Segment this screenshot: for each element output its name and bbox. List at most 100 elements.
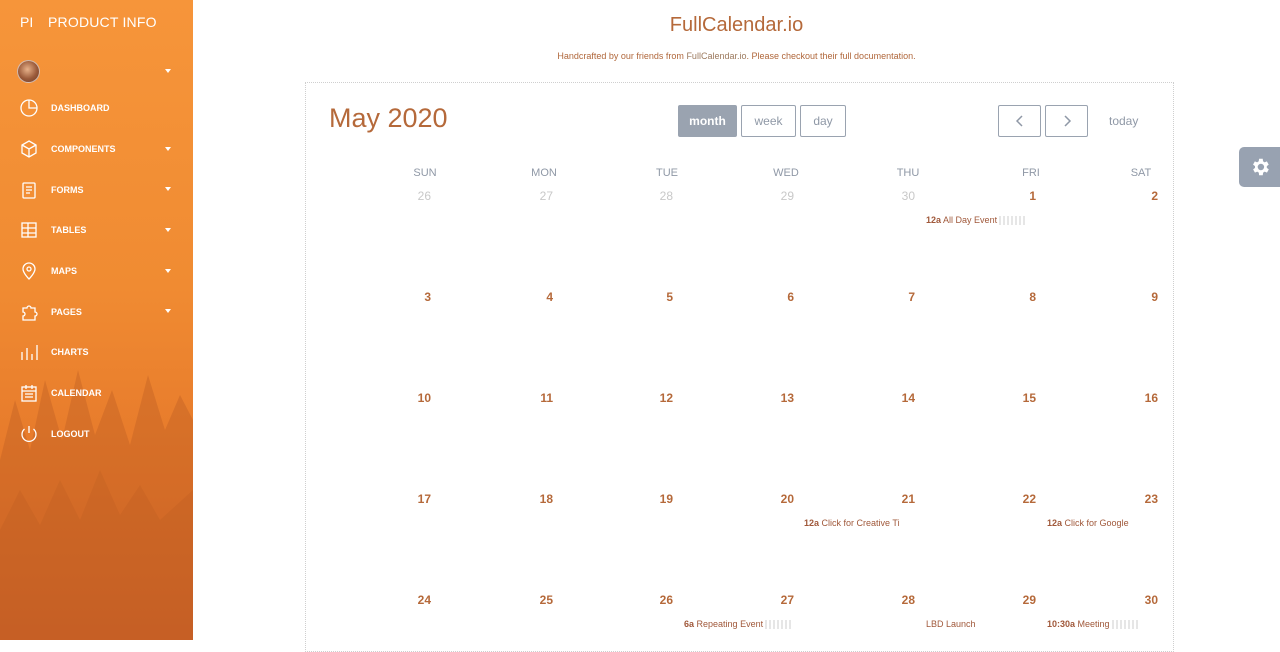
- sidebar-item-maps[interactable]: MAPS: [0, 251, 193, 292]
- day-cell-number[interactable]: 1: [1006, 189, 1036, 203]
- sidebar-item-label: MAPS: [51, 266, 78, 277]
- day-cell-number[interactable]: 30: [885, 189, 915, 203]
- day-cell-number[interactable]: 23: [1128, 492, 1158, 506]
- bar-chart-icon: [18, 341, 40, 363]
- calendar-event[interactable]: 10:30a Meeting: [1047, 619, 1138, 630]
- sidebar-item-components[interactable]: COMPONENTS: [0, 129, 193, 170]
- day-cell-number[interactable]: 30: [1128, 593, 1158, 607]
- page-title: FullCalendar.io: [669, 14, 804, 36]
- brand[interactable]: PI PRODUCT INFO: [0, 0, 193, 44]
- view-day-button[interactable]: day: [800, 105, 846, 137]
- day-cell-number[interactable]: 3: [401, 290, 431, 304]
- calendar-icon: [18, 382, 40, 404]
- event-title: Meeting: [1077, 619, 1110, 629]
- date-navigation: [998, 105, 1088, 137]
- day-of-week-header: SUN MON TUE WED THU FRI SAT: [306, 167, 1175, 187]
- chevron-down-icon: [165, 187, 171, 192]
- sidebar-item-charts[interactable]: CHARTS: [0, 332, 193, 373]
- day-cell-number[interactable]: 24: [401, 593, 431, 607]
- day-cell-number[interactable]: 4: [523, 290, 553, 304]
- brand-name[interactable]: PRODUCT INFO: [48, 14, 157, 30]
- event-time: 12a: [804, 518, 820, 528]
- sidebar-nav: DASHBOARD COMPONENTS FORMS TABLES MAPS PAGES C…: [0, 88, 193, 454]
- day-of-week-thu: THU: [896, 167, 920, 179]
- calendar-event[interactable]: LBD Launch: [926, 619, 976, 629]
- view-week-button[interactable]: week: [741, 105, 796, 137]
- day-cell-number[interactable]: 21: [885, 492, 915, 506]
- calendar-event[interactable]: 12a Click for Google: [1047, 518, 1129, 528]
- subtitle-text: Handcrafted by our friends from: [557, 51, 687, 61]
- sidebar-item-dashboard[interactable]: DASHBOARD: [0, 88, 193, 129]
- puzzle-icon: [18, 301, 40, 323]
- view-month-button[interactable]: month: [678, 105, 737, 137]
- day-cell-number[interactable]: 16: [1128, 391, 1158, 405]
- user-menu[interactable]: [0, 56, 193, 86]
- view-switcher: month week day: [678, 105, 846, 137]
- day-cell-number[interactable]: 20: [764, 492, 794, 506]
- sidebar-item-label: CHARTS: [51, 347, 89, 358]
- event-time: 10:30a: [1047, 619, 1076, 629]
- documentation-link[interactable]: full documentation: [840, 51, 913, 61]
- clipboard-icon: [18, 179, 40, 201]
- day-cell-number[interactable]: 27: [523, 189, 553, 203]
- calendar-event[interactable]: 12a All Day Event: [926, 215, 1026, 226]
- sidebar-item-logout[interactable]: LOGOUT: [0, 414, 193, 455]
- map-pin-icon: [18, 260, 40, 282]
- day-cell-number[interactable]: 28: [885, 593, 915, 607]
- day-cell-number[interactable]: 8: [1006, 290, 1036, 304]
- sidebar-item-label: TABLES: [51, 225, 87, 236]
- fullcalendar-link[interactable]: FullCalendar.io: [686, 51, 746, 61]
- day-cell-number[interactable]: 27: [764, 593, 794, 607]
- next-button[interactable]: [1045, 105, 1088, 137]
- day-cell-number[interactable]: 18: [523, 492, 553, 506]
- chevron-down-icon: [165, 309, 171, 314]
- today-button[interactable]: today: [1109, 114, 1138, 128]
- chevron-down-icon: [165, 146, 171, 151]
- sidebar-item-tables[interactable]: TABLES: [0, 210, 193, 251]
- brand-mini-logo[interactable]: PI: [0, 14, 48, 30]
- day-cell-number[interactable]: 11: [523, 391, 553, 405]
- subtitle-text: .: [913, 51, 916, 61]
- day-cell-number[interactable]: 5: [643, 290, 673, 304]
- event-time: 12a: [1047, 518, 1063, 528]
- sidebar-item-calendar[interactable]: CALENDAR: [0, 373, 193, 414]
- day-cell-number[interactable]: 6: [764, 290, 794, 304]
- day-cell-number[interactable]: 17: [401, 492, 431, 506]
- sidebar: PI PRODUCT INFO DASHBOARD COMPONENTS FORMS…: [0, 0, 193, 640]
- sidebar-item-pages[interactable]: PAGES: [0, 291, 193, 332]
- day-cell-number[interactable]: 13: [764, 391, 794, 405]
- avatar[interactable]: [17, 59, 40, 83]
- day-cell-number[interactable]: 28: [643, 189, 673, 203]
- day-cell-number[interactable]: 7: [885, 290, 915, 304]
- event-title: Click for Google: [1064, 518, 1129, 528]
- day-cell-number[interactable]: 10: [401, 391, 431, 405]
- sidebar-item-label: LOGOUT: [51, 428, 90, 439]
- day-cell-number[interactable]: 9: [1128, 290, 1158, 304]
- sidebar-item-label: COMPONENTS: [51, 144, 116, 155]
- day-cell-number[interactable]: 29: [764, 189, 794, 203]
- subtitle-text: . Please checkout their: [746, 51, 841, 61]
- prev-button[interactable]: [998, 105, 1041, 137]
- day-cell-number[interactable]: 22: [1006, 492, 1036, 506]
- day-cell-number[interactable]: 26: [643, 593, 673, 607]
- chevron-left-icon: [1015, 115, 1023, 127]
- calendar-event[interactable]: 12a Click for Creative Ti: [804, 518, 900, 528]
- settings-button[interactable]: [1239, 147, 1280, 187]
- day-cell-number[interactable]: 15: [1006, 391, 1036, 405]
- event-title: All Day Event: [943, 215, 998, 225]
- day-cell-number[interactable]: 25: [523, 593, 553, 607]
- event-title: LBD Launch: [926, 619, 976, 629]
- day-cell-number[interactable]: 26: [401, 189, 431, 203]
- day-cell-number[interactable]: 12: [643, 391, 673, 405]
- day-cell-number[interactable]: 14: [885, 391, 915, 405]
- day-cell-number[interactable]: 19: [643, 492, 673, 506]
- day-cell-number[interactable]: 29: [1006, 593, 1036, 607]
- chevron-down-icon: [165, 228, 171, 233]
- event-overflow-fade: [765, 620, 792, 630]
- calendar-event[interactable]: 6a Repeating Event: [684, 619, 792, 630]
- day-of-week-tue: TUE: [656, 167, 678, 179]
- day-of-week-wed: WED: [773, 167, 799, 179]
- calendar-title: May 2020: [329, 103, 448, 133]
- day-cell-number[interactable]: 2: [1128, 189, 1158, 203]
- sidebar-item-forms[interactable]: FORMS: [0, 169, 193, 210]
